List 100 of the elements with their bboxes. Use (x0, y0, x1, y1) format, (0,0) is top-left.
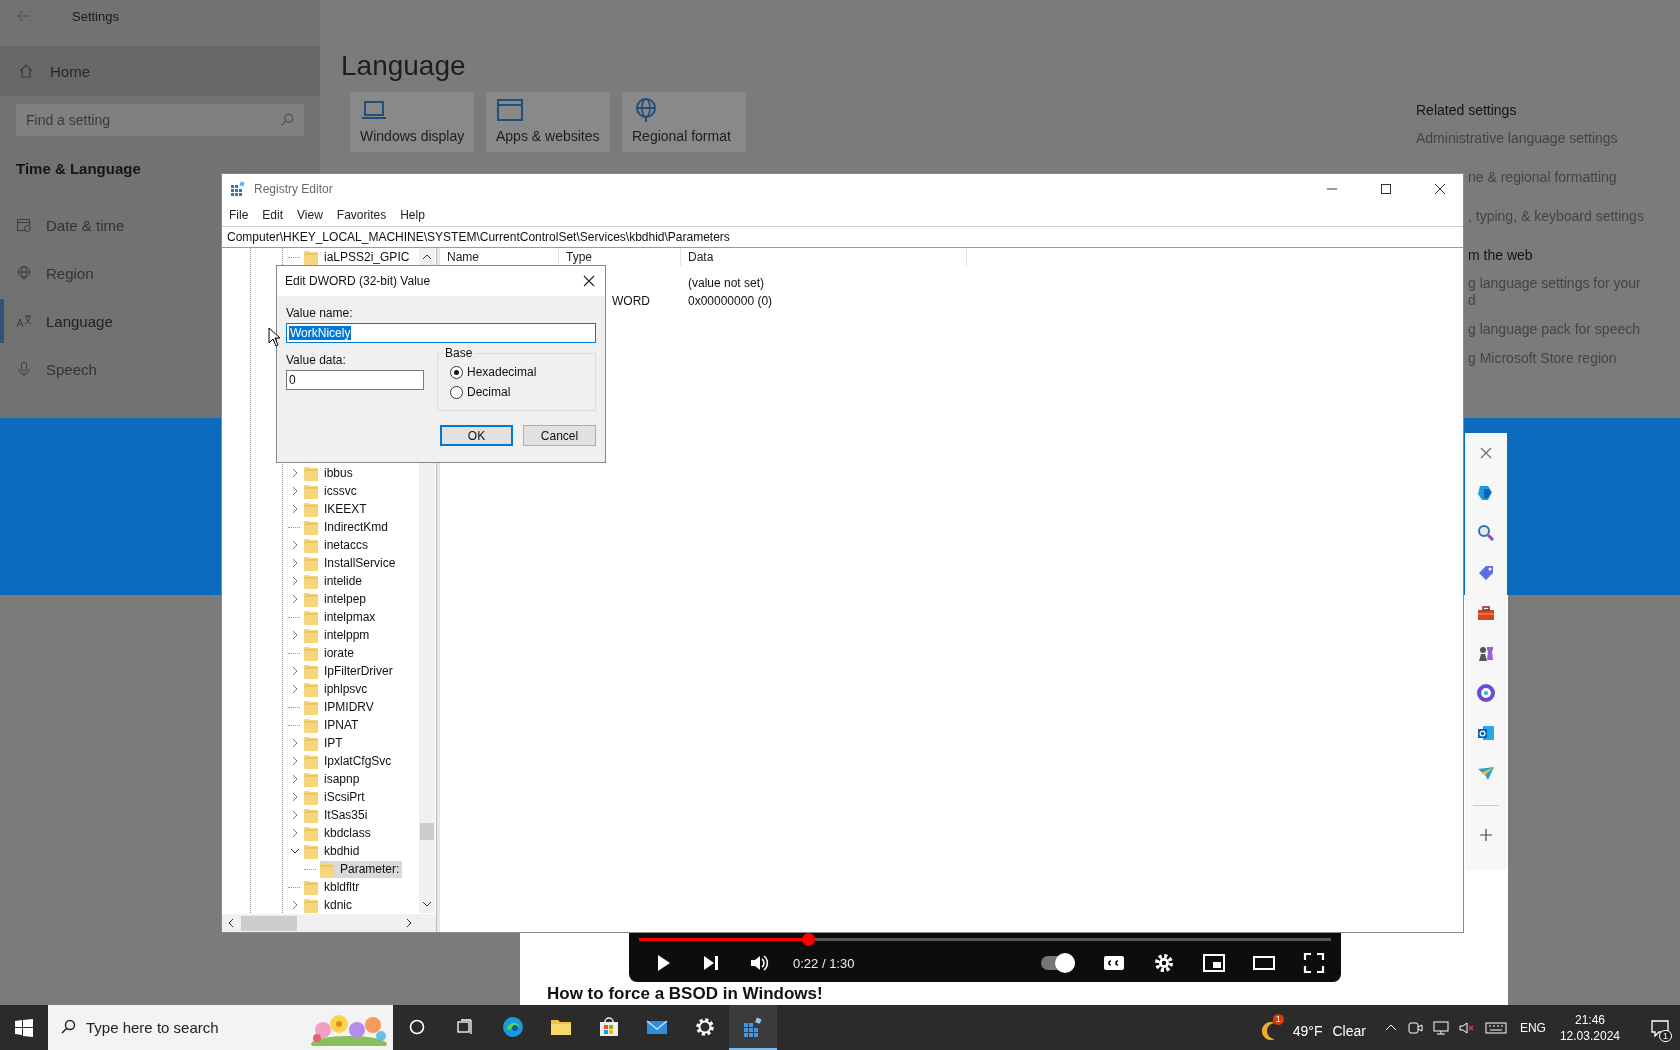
table-cell: 0x00000000 (0) (688, 294, 773, 308)
folder-icon (304, 573, 318, 589)
video-title: How to force a BSOD in Windows! (547, 984, 823, 1004)
value-name-field[interactable]: WorkNicely (286, 323, 596, 343)
clock-date: 12.03.2024 (1559, 1027, 1620, 1044)
temperature: 49°F (1292, 1022, 1323, 1039)
radio-label[interactable]: Decimal (467, 385, 511, 399)
dialog-title: Edit DWORD (32-bit) Value (285, 274, 431, 288)
expand-icon[interactable] (290, 630, 300, 640)
tree-item[interactable]: kbdclass (304, 824, 374, 842)
tree-item[interactable]: iorate (304, 644, 358, 662)
value-data-field[interactable]: 0 (286, 370, 424, 390)
tree-item[interactable]: iScsiPrt (304, 788, 368, 806)
miniplayer-icon[interactable] (1203, 952, 1225, 974)
cancel-button[interactable]: Cancel (523, 425, 596, 446)
radio-button[interactable] (450, 385, 463, 399)
address-bar[interactable]: Computer\HKEY_LOCAL_MACHINE\SYSTEM\CurrentControlSet\Services\kbdhid\Parameters (222, 226, 1463, 248)
toolbox-icon[interactable] (1476, 603, 1496, 623)
scroll-thumb[interactable] (241, 915, 297, 931)
expand-icon[interactable] (290, 900, 300, 910)
scroll-up-icon[interactable] (422, 252, 432, 262)
ring-icon[interactable] (1476, 683, 1496, 703)
tree-item[interactable]: IPMIDRV (304, 698, 377, 716)
tree-item[interactable]: inetaccs (304, 536, 372, 554)
folder-icon (304, 519, 318, 535)
volume-icon[interactable] (749, 953, 769, 973)
scroll-down-icon[interactable] (422, 899, 432, 909)
tree-item[interactable]: IPNAT (304, 716, 362, 734)
tree-item[interactable]: kbldfltr (304, 878, 363, 896)
close-icon[interactable] (1434, 183, 1446, 195)
folder-icon (304, 879, 318, 895)
ok-button[interactable]: OK (440, 425, 513, 446)
folder-icon (304, 717, 318, 733)
windows-start-icon[interactable] (15, 1018, 33, 1037)
radio-label[interactable]: Hexadecimal (467, 365, 537, 379)
folder-icon (304, 843, 318, 859)
window-title: Settings (72, 8, 119, 24)
progress-track[interactable] (639, 933, 1331, 946)
folder-icon (304, 537, 318, 553)
clock[interactable]: 21:46 12.03.2024 (1559, 1011, 1620, 1044)
speaker-muted-icon[interactable] (1458, 1019, 1475, 1036)
tree-item[interactable]: iphlpsvc (304, 680, 371, 698)
notification-count: 1 (1659, 1030, 1672, 1042)
webcam-icon[interactable] (1406, 1019, 1423, 1036)
plus-icon[interactable] (1479, 828, 1493, 842)
tree-item[interactable]: intelpmax (304, 608, 379, 626)
section-heading: Time & Language (16, 160, 142, 177)
tree-item[interactable]: InstallService (304, 554, 399, 572)
folder-icon (304, 609, 318, 625)
maximize-icon[interactable] (1380, 183, 1392, 195)
window-title: Registry Editor (254, 182, 333, 196)
collapse-icon[interactable] (290, 846, 300, 856)
tree-item[interactable]: IPT (304, 734, 346, 752)
tree-item[interactable]: ItSas35i (304, 806, 371, 824)
field-label: Value name: (286, 306, 354, 320)
menu-item[interactable]: Favorites (336, 208, 387, 222)
settings-tile[interactable]: Windows display (350, 92, 474, 152)
network-icon[interactable] (1432, 1019, 1449, 1036)
mail-app-icon[interactable] (1476, 723, 1496, 743)
search-field[interactable]: Find a setting (16, 104, 304, 136)
close-icon[interactable] (583, 275, 595, 287)
tree-item[interactable]: IpFilterDriver (304, 662, 396, 680)
radio-button[interactable] (450, 365, 463, 379)
horizontal-scrollbar[interactable] (222, 914, 436, 932)
tree-item[interactable]: icssvc (304, 482, 360, 500)
tree-item[interactable]: intelpep (304, 590, 370, 608)
autoplay-toggle[interactable] (1041, 953, 1075, 973)
folder-icon (304, 699, 318, 715)
input-language[interactable]: ENG (1519, 1020, 1546, 1035)
help-heading: m the web (1468, 247, 1534, 263)
column-header[interactable]: Data (681, 248, 967, 266)
progress-handle[interactable] (801, 933, 815, 946)
fullscreen-icon[interactable] (1303, 952, 1325, 974)
tree-item[interactable]: iaLPSS2i_GPIC (304, 248, 413, 266)
scroll-right-icon[interactable] (404, 918, 414, 928)
settings-icon[interactable] (1153, 952, 1175, 974)
notification-button[interactable]: 1 (1640, 1005, 1680, 1050)
scroll-left-icon[interactable] (226, 918, 236, 928)
search-icon[interactable] (1476, 523, 1496, 543)
weather-widget[interactable]: 1 49°F Clear (1258, 1013, 1366, 1042)
menu-item[interactable]: File (229, 208, 249, 222)
settings-tile[interactable]: Apps & websites (486, 92, 610, 152)
tree-item[interactable]: Parameter: (320, 860, 403, 878)
tree-item[interactable]: IKEEXT (304, 500, 370, 518)
scroll-thumb[interactable] (420, 823, 434, 840)
next-icon[interactable] (701, 953, 721, 973)
tree-item[interactable]: ibbus (304, 464, 356, 482)
tree-item[interactable]: intelide (304, 572, 366, 590)
settings-tile[interactable]: Regional format (622, 92, 746, 152)
tree-item[interactable]: kdnic (304, 896, 355, 914)
menu-item[interactable]: Edit (262, 208, 284, 222)
tree-item[interactable]: intelppm (304, 626, 373, 644)
tree-item[interactable]: isapnp (304, 770, 363, 788)
tree-item[interactable]: IndirectKmd (304, 518, 392, 536)
menu-item[interactable]: View (297, 208, 323, 222)
tree-item[interactable]: IpxlatCfgSvc (304, 752, 395, 770)
home-icon (18, 63, 34, 79)
menu-item[interactable]: Help (400, 208, 425, 222)
folder-icon (304, 753, 318, 769)
tree-item[interactable]: kbdhid (304, 842, 363, 860)
